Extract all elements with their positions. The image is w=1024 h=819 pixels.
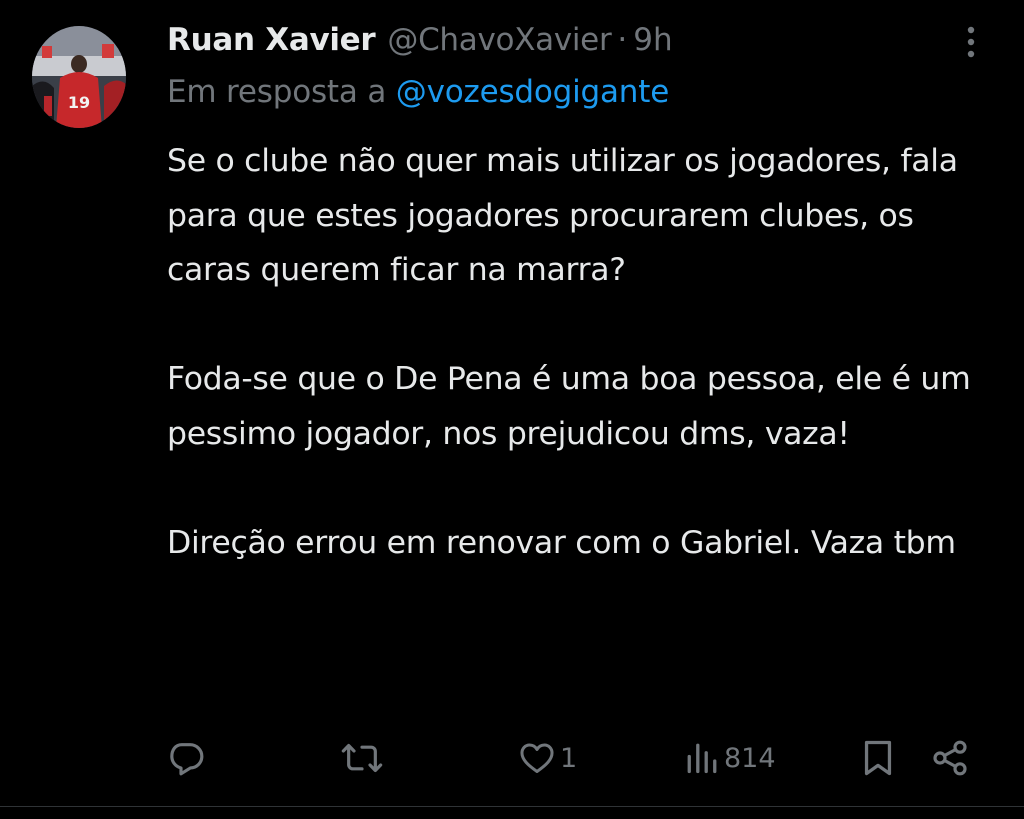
reply-context: Em resposta a @vozesdogigante [167,74,669,110]
reply-button[interactable] [166,732,210,784]
tweet-paragraph: Se o clube não quer mais utilizar os jog… [167,143,958,288]
action-bar: 1 814 [0,732,1024,784]
reply-prefix: Em resposta a [167,74,387,110]
retweet-icon [341,743,383,773]
reply-mention-link[interactable]: @vozesdogigante [396,74,669,110]
separator-dot: · [617,22,628,58]
like-count: 1 [560,742,578,774]
share-button[interactable] [930,732,970,784]
tweet-text: Se o clube não quer mais utilizar os jog… [167,134,997,570]
views-icon [687,743,717,774]
avatar-image: 19 [32,26,126,128]
heart-icon [520,743,554,773]
bookmark-icon [864,740,892,776]
bookmark-button[interactable] [860,732,896,784]
avatar[interactable]: 19 [32,26,126,128]
tweet[interactable]: 19 Ruan Xavier @ChavoXavier · 9h Em resp… [0,0,1024,819]
svg-text:19: 19 [68,93,90,112]
reply-icon [170,743,204,776]
like-button[interactable]: 1 [518,732,577,784]
share-icon [933,740,967,776]
tweet-header: Ruan Xavier @ChavoXavier · 9h [167,18,673,62]
author-handle[interactable]: @ChavoXavier [387,22,611,58]
divider [0,806,1024,807]
more-vertical-icon [967,26,975,58]
views-count: 814 [724,742,776,774]
views-button[interactable]: 814 [684,732,776,784]
retweet-button[interactable] [340,732,388,784]
author-name[interactable]: Ruan Xavier [167,22,376,58]
tweet-paragraph: Foda-se que o De Pena é uma boa pessoa, … [167,361,971,452]
tweet-paragraph: Direção errou em renovar com o Gabriel. … [167,524,956,561]
more-options-button[interactable] [958,22,984,62]
timestamp[interactable]: 9h [633,22,672,58]
